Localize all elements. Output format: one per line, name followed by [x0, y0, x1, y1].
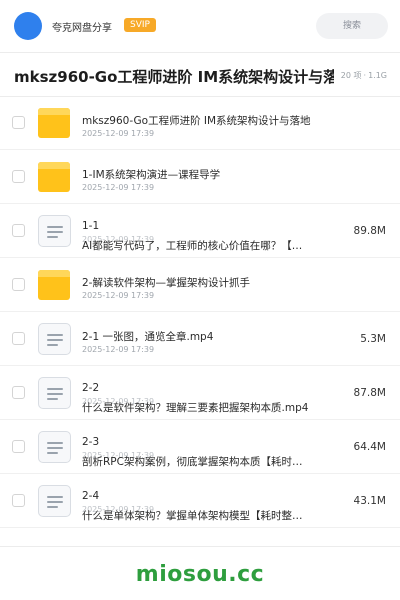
meta-separator: ·	[363, 71, 367, 80]
svip-badge: SVIP	[124, 18, 156, 32]
video-file-icon	[38, 485, 71, 517]
file-date: 2025-12-09 17:39	[82, 291, 155, 300]
list-item[interactable]: 2-4 2025-12-09 17:39 什么是单体架构？掌握单体架构模型【耗时整理…	[0, 474, 400, 528]
file-name: 1-IM系统架构演进—课程导学	[82, 169, 221, 181]
avatar[interactable]	[14, 12, 42, 40]
video-file-icon	[38, 377, 71, 409]
file-name-continued: 什么是单体架构？掌握单体架构模型【耗时整理】.mp4	[82, 510, 312, 522]
file-name: 1-1	[82, 220, 100, 232]
list-item[interactable]: 1-1 2025-12-09 17:39 AI都能写代码了，工程师的核心价值在哪？【…	[0, 204, 400, 258]
folder-icon	[38, 162, 70, 192]
file-name-continued: AI都能写代码了，工程师的核心价值在哪？【耗时整理】.mp4	[82, 240, 312, 252]
file-name: 2-1 一张图，通览全章.mp4	[82, 331, 214, 343]
file-name: 2-2	[82, 382, 100, 394]
video-file-icon	[38, 323, 71, 355]
file-size: 43.1M	[353, 495, 386, 507]
list-item[interactable]: 2-2 2025-12-09 17:39 什么是软件架构？理解三要素把握架构本质.m…	[0, 366, 400, 420]
share-source-name: 夸克网盘分享	[52, 23, 112, 34]
file-size: 5.3M	[360, 333, 386, 345]
select-checkbox[interactable]	[12, 494, 25, 507]
total-size: 1.1G	[368, 71, 387, 80]
list-item[interactable]: 2-3 2025-12-09 17:39 剖析RPC架构案例，彻底掌握架构本质【耗时…	[0, 420, 400, 474]
list-item[interactable]: 2-解读软件架构—掌握架构设计抓手 2025-12-09 17:39	[0, 258, 400, 312]
folder-meta: 20 项 · 1.1G	[339, 70, 387, 81]
select-checkbox[interactable]	[12, 332, 25, 345]
file-size: 64.4M	[353, 441, 386, 453]
list-item[interactable]: 2-1 一张图，通览全章.mp4 2025-12-09 17:39 5.3M	[0, 312, 400, 366]
video-file-icon	[38, 215, 71, 247]
file-name: 2-解读软件架构—掌握架构设计抓手	[82, 277, 250, 289]
list-bottom-divider	[0, 546, 400, 547]
watermark-text: miosou.cc	[135, 562, 265, 587]
list-item[interactable]: 1-IM系统架构演进—课程导学 2025-12-09 17:39	[0, 150, 400, 204]
file-date: 2025-12-09 17:39	[82, 129, 155, 138]
file-name-continued: 剖析RPC架构案例，彻底掌握架构本质【耗时整理】.mp4	[82, 456, 312, 468]
file-date: 2025-12-09 17:39	[82, 183, 155, 192]
select-checkbox[interactable]	[12, 440, 25, 453]
file-name: mksz960-Go工程师进阶 IM系统架构设计与落地	[82, 115, 311, 127]
select-checkbox[interactable]	[12, 278, 25, 291]
select-checkbox[interactable]	[12, 386, 25, 399]
select-checkbox[interactable]	[12, 170, 25, 183]
file-size: 87.8M	[353, 387, 386, 399]
select-checkbox[interactable]	[12, 116, 25, 129]
file-name: 2-3	[82, 436, 100, 448]
video-file-icon	[38, 431, 71, 463]
file-list: mksz960-Go工程师进阶 IM系统架构设计与落地 2025-12-09 17…	[0, 96, 400, 528]
file-name: 2-4	[82, 490, 100, 502]
file-date: 2025-12-09 17:39	[82, 345, 155, 354]
search-button[interactable]: 搜索	[316, 13, 388, 39]
folder-icon	[38, 270, 70, 300]
top-bar: 夸克网盘分享 SVIP 搜索	[0, 0, 400, 52]
list-item[interactable]: mksz960-Go工程师进阶 IM系统架构设计与落地 2025-12-09 17…	[0, 96, 400, 150]
page-title: mksz960-Go工程师进阶 IM系统架构设计与落地	[14, 68, 334, 86]
header-divider	[0, 52, 400, 53]
select-checkbox[interactable]	[12, 224, 25, 237]
file-size: 89.8M	[353, 225, 386, 237]
item-count: 20 项	[340, 71, 362, 80]
file-name-continued: 什么是软件架构？理解三要素把握架构本质.mp4	[82, 402, 309, 414]
folder-icon	[38, 108, 70, 138]
